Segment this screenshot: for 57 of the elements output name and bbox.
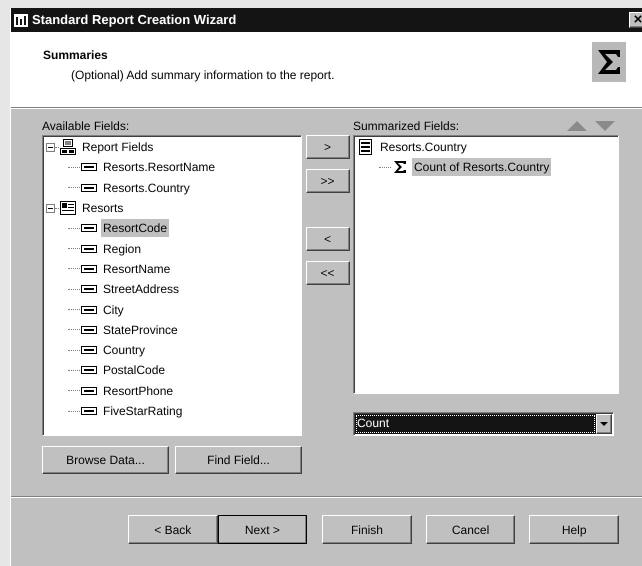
window-icon <box>14 14 28 26</box>
tree-item[interactable]: StateProvince <box>101 320 180 339</box>
button[interactable]: Help <box>529 515 619 544</box>
button[interactable]: < Back <box>128 515 218 544</box>
field-icon <box>81 163 97 172</box>
field-icon <box>81 184 97 192</box>
tree-item[interactable]: ResortCode <box>101 219 170 238</box>
button[interactable]: < <box>306 227 350 251</box>
available-fields-tree[interactable]: Report Fields Resorts.ResortName Resorts.Country Resorts ResortCode Region ResortName StreetAddress City StateProvince Country PostalCode ResortPhone FiveStarRating <box>42 135 302 436</box>
field-icon <box>81 326 97 334</box>
sigma-icon <box>393 160 407 174</box>
field-icon <box>81 386 97 395</box>
table-icon <box>60 200 76 216</box>
summarized-fields-tree[interactable]: Resorts.Country Count of Resorts.Country <box>353 135 619 394</box>
available-fields-label: Available Fields: <box>42 119 130 133</box>
tree-item[interactable]: PostalCode <box>101 361 168 380</box>
tree-item[interactable]: StreetAddress <box>101 280 182 298</box>
tree-item[interactable]: City <box>101 300 126 319</box>
close-button[interactable]: × <box>629 12 642 28</box>
tree-item[interactable]: FiveStarRating <box>101 402 184 420</box>
button[interactable]: Finish <box>322 515 412 544</box>
button[interactable]: Find Field... <box>175 446 302 474</box>
sigma-icon <box>592 42 626 82</box>
field-icon <box>81 366 97 374</box>
button[interactable]: Browse Data... <box>42 446 169 474</box>
button[interactable]: Cancel <box>426 515 516 544</box>
field-icon <box>81 346 97 354</box>
group-icon <box>359 139 373 156</box>
summarized-fields-label: Summarized Fields: <box>353 119 460 133</box>
dropdown-value: Count <box>355 414 596 434</box>
field-icon <box>81 244 97 253</box>
field-icon <box>81 285 97 294</box>
tree-item[interactable]: ResortName <box>101 260 172 278</box>
step-description: (Optional) Add summary information to the report. <box>71 67 336 84</box>
window-title: Standard Report Creation Wizard <box>32 11 238 30</box>
tree-item[interactable]: Region <box>101 240 144 258</box>
tree-item[interactable]: Resorts.ResortName <box>101 158 218 176</box>
tree-item[interactable]: Count of Resorts.Country <box>412 158 552 176</box>
field-icon <box>81 407 97 415</box>
button[interactable]: Next > <box>218 515 308 544</box>
field-icon <box>81 306 97 314</box>
button[interactable]: >> <box>306 169 350 193</box>
button[interactable]: > <box>306 135 350 159</box>
button[interactable]: << <box>306 261 350 285</box>
tree-item[interactable]: Resorts.Country <box>101 178 192 197</box>
field-icon <box>81 264 97 273</box>
collapse-icon[interactable] <box>46 142 55 152</box>
summary-operation-dropdown[interactable]: Count <box>353 412 614 436</box>
tree-item[interactable]: ResortPhone <box>101 382 176 400</box>
tree-item[interactable]: Resorts <box>80 199 126 218</box>
tree-item[interactable]: Report Fields <box>80 138 156 156</box>
field-icon <box>81 224 97 232</box>
tree-item[interactable]: Country <box>101 341 148 360</box>
tree-item[interactable]: Resorts.Country <box>378 138 469 156</box>
computer-icon <box>60 139 76 156</box>
step-title: Summaries <box>43 47 109 64</box>
collapse-icon[interactable] <box>46 204 55 213</box>
